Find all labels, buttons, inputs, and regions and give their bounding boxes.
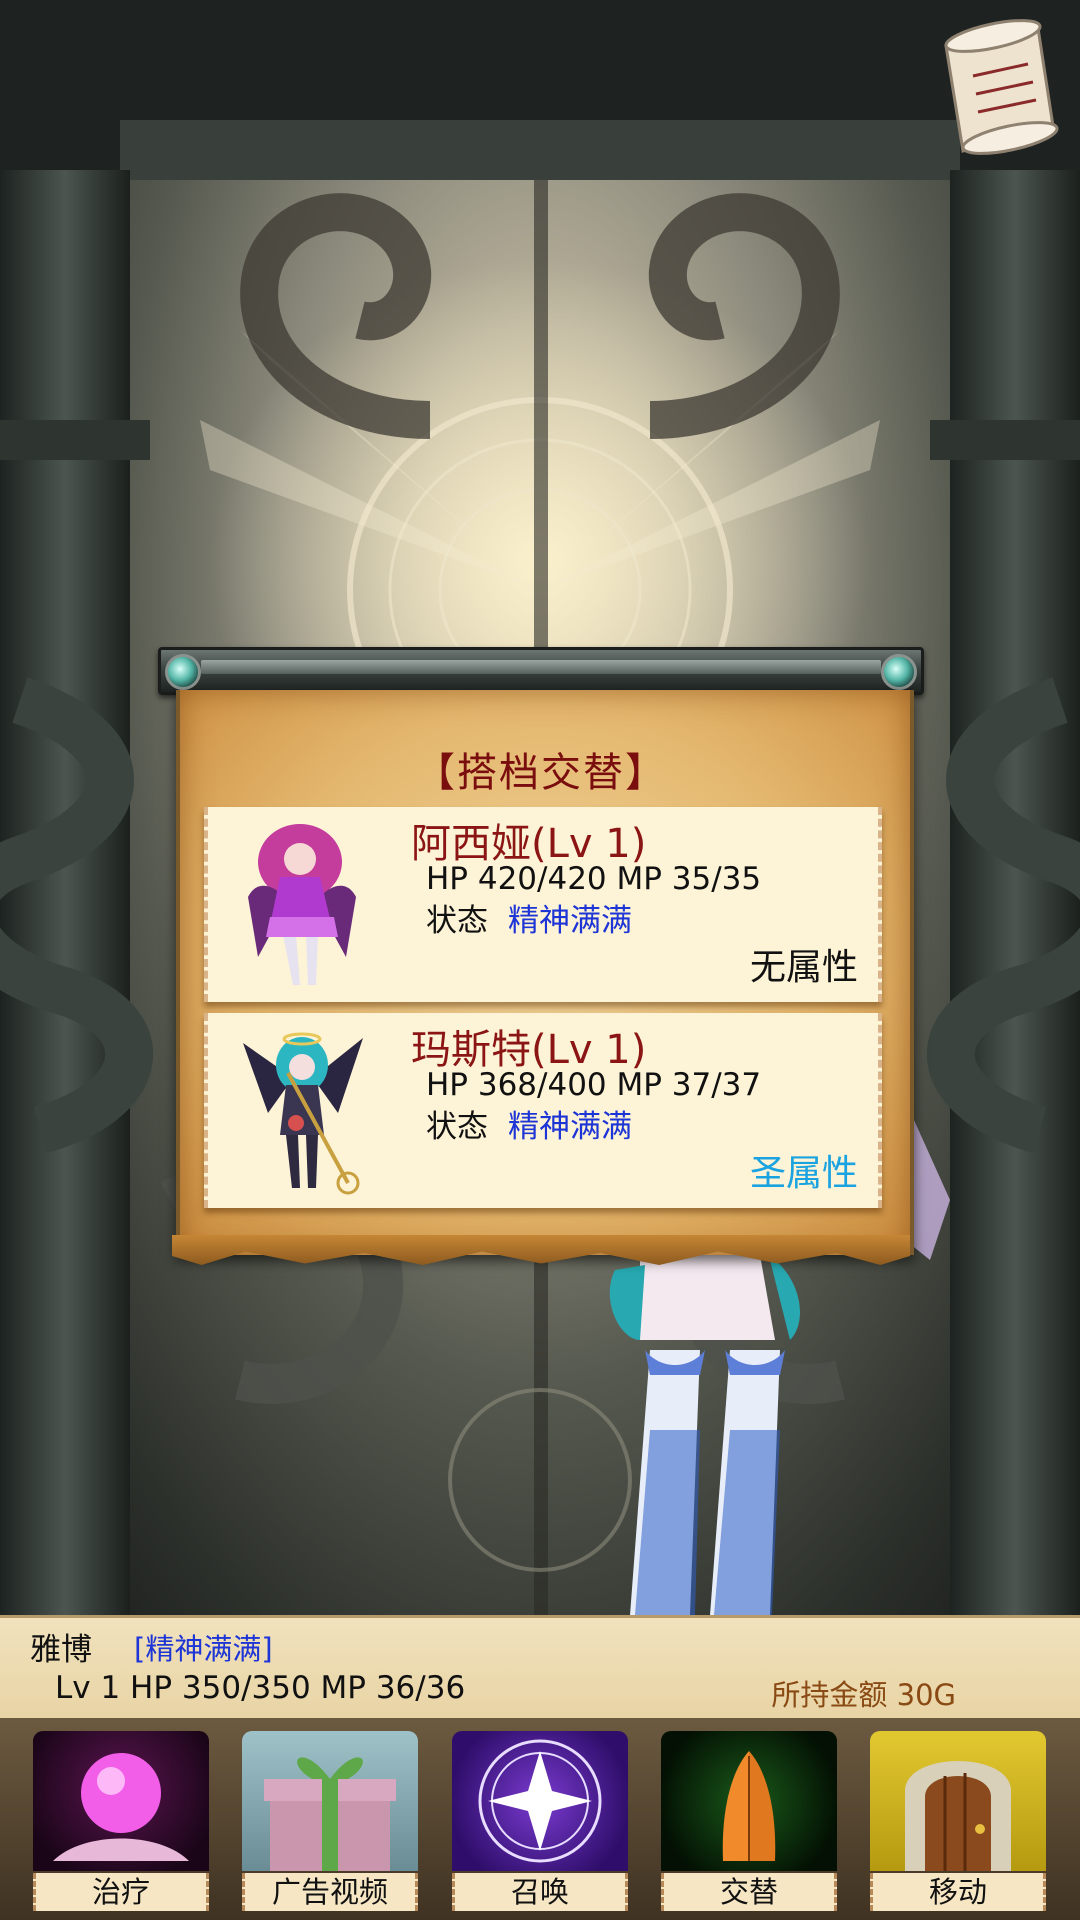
ad-video-button-label: 广告视频 (242, 1873, 418, 1911)
partner-attribute-1: 无属性 (749, 947, 858, 988)
heal-button-label: 治疗 (33, 1873, 209, 1911)
player-info-panel: 雅博 [精神满满] Lv 1 HP 350/350 MP 36/36 所持金额 … (0, 1615, 1080, 1721)
partner-card-2[interactable]: 玛斯特(Lv 1) HP 368/400 MP 37/37 状态 精神满满 圣属性 (204, 1013, 882, 1208)
action-bar: 治疗 广告视频 召唤 交替 移动 (0, 1718, 1080, 1920)
summon-button-label: 召唤 (452, 1873, 628, 1911)
move-button-label: 移动 (870, 1873, 1046, 1911)
gift-box-icon (242, 1731, 418, 1871)
partner-attribute-2: 圣属性 (749, 1153, 858, 1194)
dialog-top-rod (158, 647, 924, 695)
swap-button-label: 交替 (661, 1873, 837, 1911)
player-name: 雅博 (30, 1632, 92, 1668)
crystal-ball-icon (33, 1731, 209, 1871)
magic-circle-icon (452, 1731, 628, 1871)
door-icon (870, 1731, 1046, 1871)
gold-amount: 所持金额 30G (771, 1678, 956, 1712)
player-stats: Lv 1 HP 350/350 MP 36/36 (55, 1670, 466, 1706)
player-state: [精神满满] (134, 1632, 273, 1666)
partner-status-value-1: 精神满满 (508, 903, 632, 939)
dialog-title: 【搭档交替】 (415, 750, 667, 796)
partner-card-1[interactable]: 阿西娅(Lv 1) HP 420/420 MP 35/35 状态 精神满满 无属性 (204, 807, 882, 1002)
partner-stats-2: HP 368/400 MP 37/37 (426, 1067, 762, 1103)
partner-portrait-master (238, 1023, 368, 1198)
summon-button[interactable]: 召唤 (452, 1731, 628, 1911)
gem-ornament-right (881, 654, 917, 690)
partner-status-2: 状态 精神满满 (426, 1109, 632, 1145)
swap-button[interactable]: 交替 (661, 1731, 837, 1911)
partner-portrait-asia (238, 817, 368, 992)
gem-ornament-left (165, 654, 201, 690)
ad-video-button[interactable]: 广告视频 (242, 1731, 418, 1911)
partner-stats-1: HP 420/420 MP 35/35 (426, 861, 762, 897)
heal-button[interactable]: 治疗 (33, 1731, 209, 1911)
partner-status-1: 状态 精神满满 (426, 903, 632, 939)
partner-status-value-2: 精神满满 (508, 1109, 632, 1145)
scroll-menu-icon[interactable] (918, 6, 1068, 166)
move-button[interactable]: 移动 (870, 1731, 1046, 1911)
praying-hands-icon (661, 1731, 837, 1871)
